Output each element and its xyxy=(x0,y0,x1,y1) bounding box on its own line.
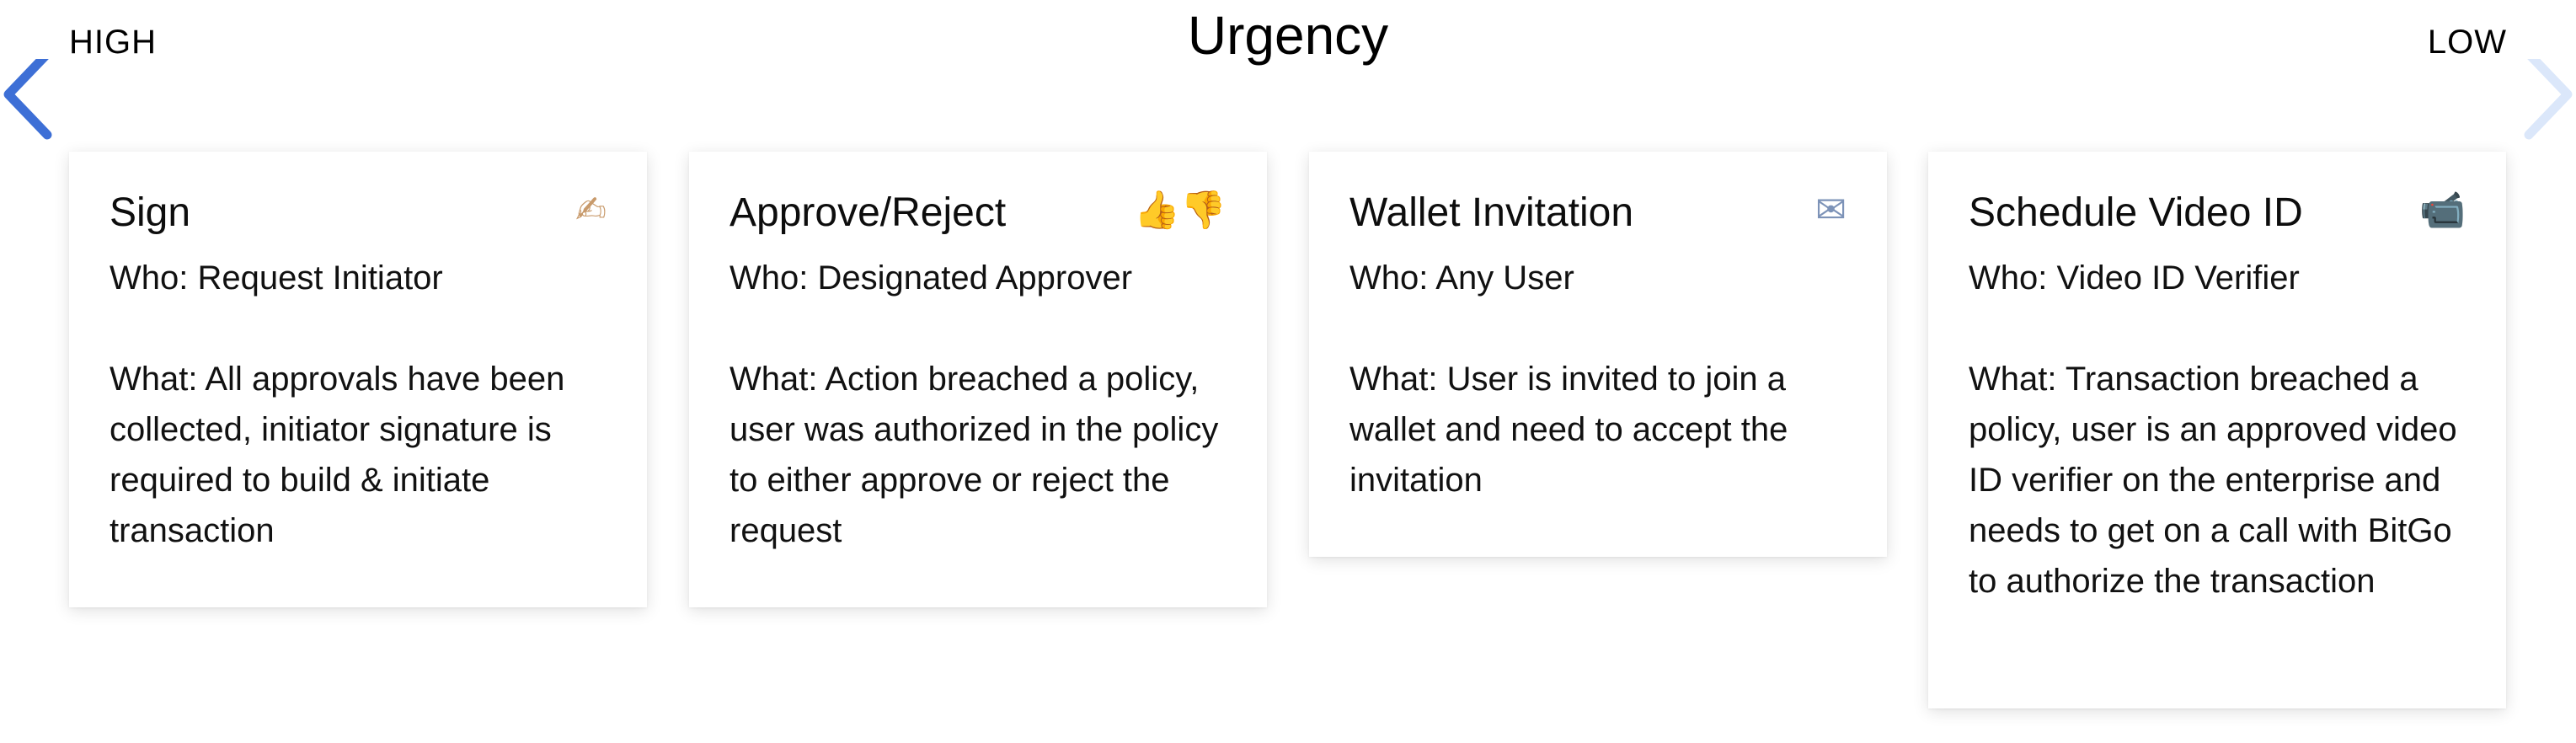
card-title: Sign xyxy=(110,190,191,235)
video-camera-icon: 📹 xyxy=(2419,189,2466,232)
card-who: Who: Designated Approver xyxy=(730,259,1133,297)
card-wallet-invitation: Wallet Invitation ✉ Who: Any User What: … xyxy=(1309,152,1887,557)
card-what: What: Transaction breached a policy, use… xyxy=(1969,361,2457,600)
thumbs-up-down-icon: 👍👎 xyxy=(1134,189,1227,232)
card-title: Approve/Reject xyxy=(730,190,1007,235)
card-title: Schedule Video ID xyxy=(1969,190,2303,235)
card-sign: Sign ✍ Who: Request Initiator What: All … xyxy=(69,152,647,607)
card-who: Who: Request Initiator xyxy=(110,259,443,297)
card-what: What: All approvals have been collected,… xyxy=(110,361,565,549)
card-what: What: Action breached a policy, user was… xyxy=(730,361,1219,549)
card-schedule-video-id: Schedule Video ID 📹 Who: Video ID Verifi… xyxy=(1928,152,2506,708)
card-approve-reject: Approve/Reject 👍👎 Who: Designated Approv… xyxy=(689,152,1267,607)
card-who: Who: Any User xyxy=(1349,259,1574,297)
envelope-icon: ✉ xyxy=(1815,189,1846,232)
task-cards: Sign ✍ Who: Request Initiator What: All … xyxy=(0,0,2576,743)
card-who: Who: Video ID Verifier xyxy=(1969,259,2300,297)
card-what: What: User is invited to join a wallet a… xyxy=(1349,361,1788,499)
writing-hand-icon: ✍ xyxy=(575,189,607,232)
card-title: Wallet Invitation xyxy=(1349,190,1634,235)
